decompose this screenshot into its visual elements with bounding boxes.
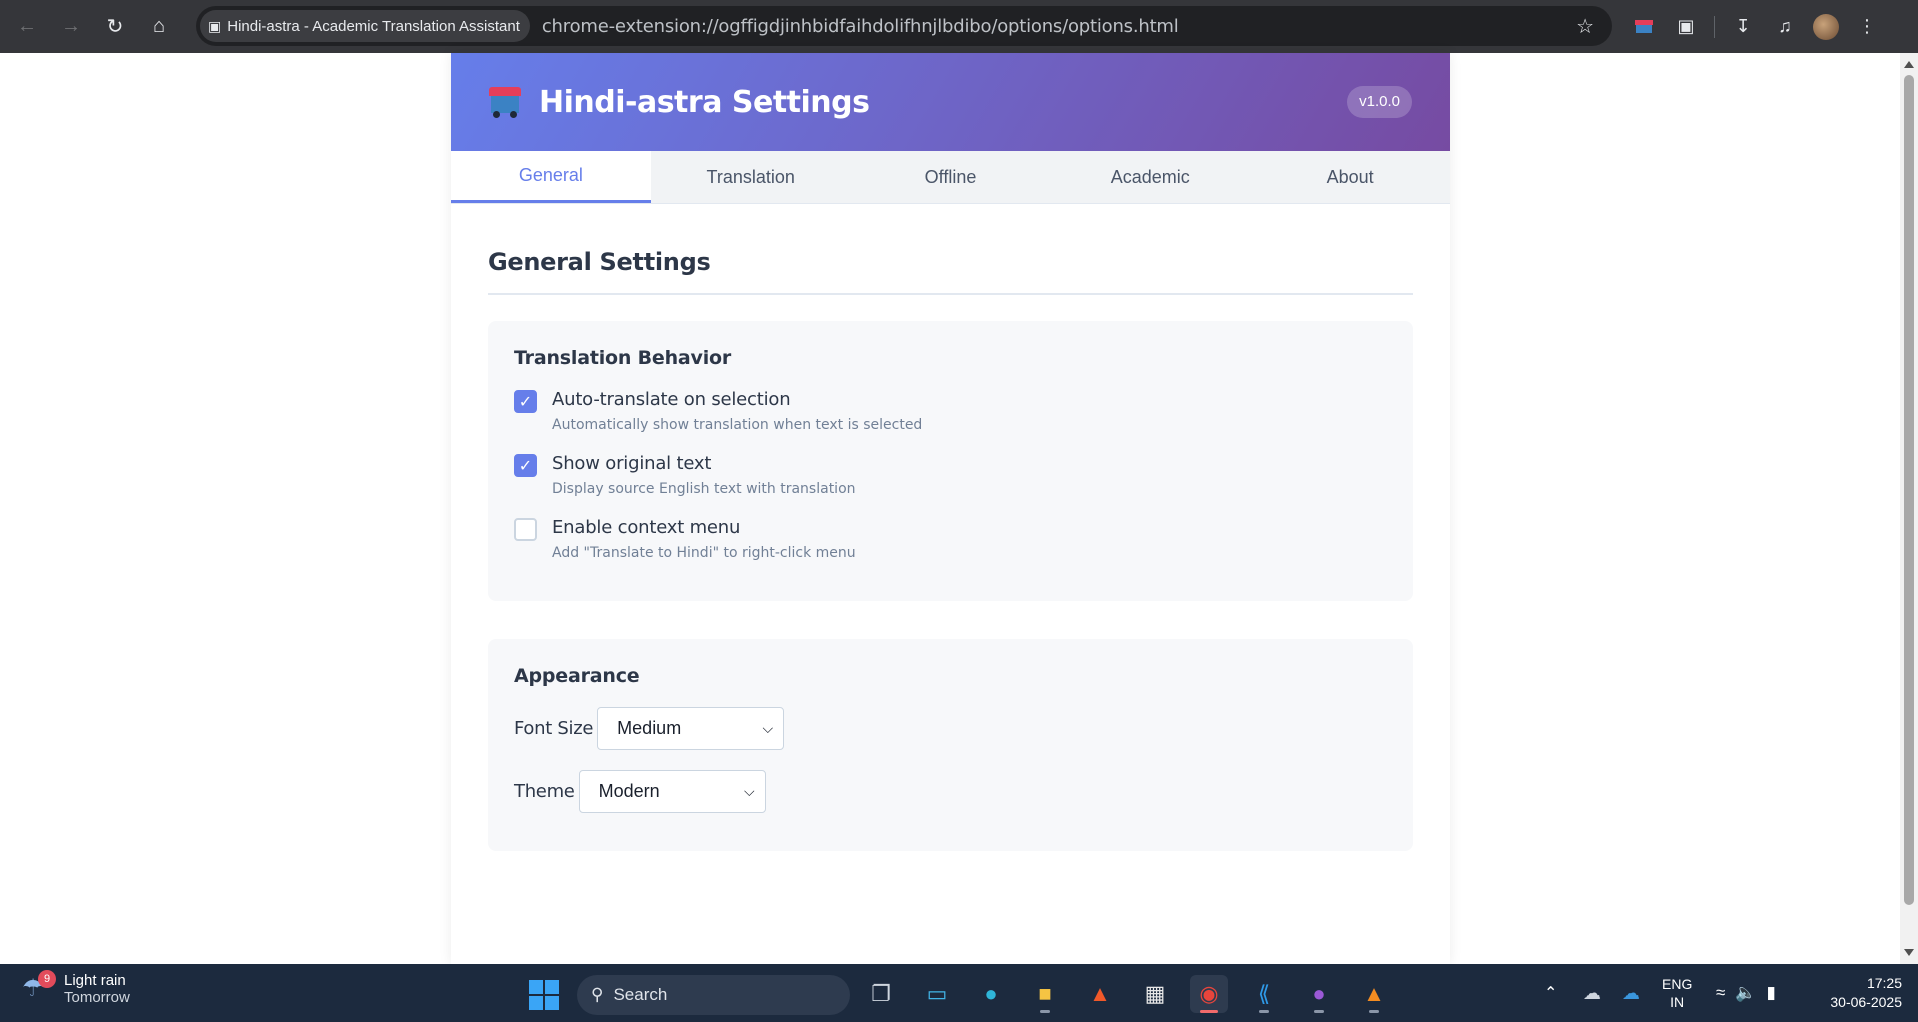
scroll-down-icon[interactable]: [1904, 949, 1914, 956]
vlc-player-icon[interactable]: ▲: [1355, 975, 1393, 1013]
theme-value: Modern: [598, 781, 660, 801]
option-label: Show original text: [552, 453, 712, 474]
option-show-original[interactable]: ✓ Show original text Display source Engl…: [514, 453, 1387, 497]
option-description: Automatically show translation when text…: [552, 417, 923, 433]
cloud-sync-error-icon[interactable]: ☁: [1583, 964, 1601, 1022]
bus-logo-icon: [489, 87, 521, 118]
home-icon[interactable]: ⌂: [142, 10, 176, 44]
settings-tabs: General Translation Offline Academic Abo…: [451, 151, 1450, 204]
url-text[interactable]: chrome-extension://ogffigdjinhbidfaihdol…: [542, 16, 1179, 37]
page-title: Hindi-astra Settings: [539, 84, 870, 120]
theme-select[interactable]: Modern ⌵: [578, 770, 766, 813]
clock-time: 17:25: [1866, 975, 1902, 991]
language-indicator[interactable]: ENG IN: [1662, 964, 1692, 1022]
extension-puzzle-icon: ▣: [208, 17, 222, 34]
menu-kebab-icon[interactable]: ⋮: [1853, 13, 1881, 41]
taskbar-search[interactable]: ⚲ Search: [577, 975, 850, 1015]
site-info-chip[interactable]: ▣ Hindi-astra - Academic Translation Ass…: [200, 10, 530, 42]
option-label: Enable context menu: [552, 517, 741, 538]
tab-about[interactable]: About: [1250, 151, 1450, 203]
font-size-label: Font Size: [514, 718, 594, 739]
bookmark-star-icon[interactable]: ☆: [1576, 14, 1594, 39]
context-menu-checkbox[interactable]: [514, 518, 537, 541]
theme-label: Theme: [514, 781, 575, 802]
version-badge: v1.0.0: [1347, 86, 1412, 118]
weather-badge: 9: [38, 970, 56, 988]
auto-translate-checkbox[interactable]: ✓: [514, 390, 537, 413]
wifi-icon: ≈: [1716, 983, 1726, 1002]
chevron-down-icon: ⌵: [762, 720, 774, 736]
toolbar-divider: [1714, 15, 1715, 38]
page-viewport: Hindi-astra Settings v1.0.0 General Tran…: [0, 53, 1900, 964]
group-title: Appearance: [514, 665, 640, 687]
option-context-menu[interactable]: Enable context menu Add "Translate to Hi…: [514, 517, 1387, 561]
search-icon: ⚲: [591, 985, 604, 1004]
edge-browser-icon[interactable]: ●: [972, 975, 1010, 1013]
forward-icon[interactable]: →: [54, 10, 88, 44]
system-status-icons[interactable]: ≈ 🔈 ▮: [1716, 964, 1776, 1022]
file-explorer-icon[interactable]: ■: [1026, 975, 1064, 1013]
general-panel: General Settings Translation Behavior ✓ …: [451, 204, 1450, 851]
github-desktop-icon[interactable]: ●: [1300, 975, 1338, 1013]
page-title-chip: Hindi-astra - Academic Translation Assis…: [227, 17, 520, 35]
weather-widget[interactable]: ☂ 9 Light rain Tomorrow: [22, 970, 130, 1006]
tab-academic[interactable]: Academic: [1050, 151, 1250, 203]
settings-container: Hindi-astra Settings v1.0.0 General Tran…: [451, 53, 1450, 964]
windows-taskbar: ☂ 9 Light rain Tomorrow ⚲ Search ❐ ▭ ● ■…: [0, 964, 1918, 1022]
page-scrollbar[interactable]: [1900, 53, 1918, 964]
translation-behavior-group: Translation Behavior ✓ Auto-translate on…: [488, 321, 1413, 601]
appearance-group: Appearance Font Size Medium ⌵ Theme Mode…: [488, 639, 1413, 851]
profile-avatar[interactable]: [1813, 13, 1839, 40]
tab-general[interactable]: General: [451, 151, 651, 203]
umbrella-rain-icon: ☂ 9: [22, 970, 56, 1004]
font-size-field: Font Size Medium ⌵: [514, 707, 1387, 750]
language-code: ENG: [1662, 976, 1693, 992]
back-icon[interactable]: ←: [10, 10, 44, 44]
show-original-checkbox[interactable]: ✓: [514, 454, 537, 477]
scroll-thumb[interactable]: [1904, 75, 1914, 905]
chevron-down-icon: ⌵: [743, 783, 755, 799]
clock-date: 30-06-2025: [1830, 994, 1902, 1010]
downloads-icon[interactable]: ↧: [1729, 13, 1757, 41]
extensions-puzzle-icon[interactable]: ▣: [1672, 13, 1700, 41]
font-size-select[interactable]: Medium ⌵: [597, 707, 785, 750]
media-controls-icon[interactable]: ♫: [1771, 13, 1799, 41]
desktop-icon[interactable]: ▭: [918, 975, 956, 1013]
translate-extension-icon[interactable]: [1630, 13, 1658, 41]
weather-when: Tomorrow: [64, 989, 130, 1006]
address-bar[interactable]: ▣ Hindi-astra - Academic Translation Ass…: [196, 6, 1612, 46]
volume-icon: 🔈: [1735, 983, 1757, 1002]
task-view-icon[interactable]: ❐: [862, 975, 900, 1013]
tray-chevron-up-icon[interactable]: ⌃: [1544, 964, 1557, 1022]
battery-icon: ▮: [1766, 983, 1776, 1002]
weather-condition: Light rain: [64, 972, 126, 989]
option-description: Add "Translate to Hindi" to right-click …: [552, 545, 856, 561]
tab-offline[interactable]: Offline: [851, 151, 1051, 203]
settings-header: Hindi-astra Settings v1.0.0: [451, 53, 1450, 151]
reload-icon[interactable]: ↻: [98, 10, 132, 44]
onedrive-icon[interactable]: ☁: [1622, 964, 1640, 1022]
windows-start-icon[interactable]: [529, 980, 559, 1010]
scroll-up-icon[interactable]: [1904, 61, 1914, 68]
tab-translation[interactable]: Translation: [651, 151, 851, 203]
brave-browser-icon[interactable]: ▲: [1081, 975, 1119, 1013]
option-auto-translate[interactable]: ✓ Auto-translate on selection Automatica…: [514, 389, 1387, 433]
browser-toolbar: ← → ↻ ⌂ ▣ Hindi-astra - Academic Transla…: [0, 0, 1918, 53]
option-description: Display source English text with transla…: [552, 481, 856, 497]
section-title: General Settings: [488, 248, 1413, 295]
microsoft-store-icon[interactable]: ▦: [1136, 975, 1174, 1013]
system-clock[interactable]: 17:25 30-06-2025: [1812, 974, 1902, 1012]
font-size-value: Medium: [617, 718, 682, 738]
search-placeholder: Search: [613, 985, 668, 1004]
region-code: IN: [1670, 994, 1685, 1010]
theme-field: Theme Modern ⌵: [514, 770, 1387, 813]
chrome-browser-icon[interactable]: ◉: [1190, 975, 1228, 1013]
group-title: Translation Behavior: [514, 347, 732, 369]
vscode-icon[interactable]: ⟪: [1245, 975, 1283, 1013]
option-label: Auto-translate on selection: [552, 389, 791, 410]
